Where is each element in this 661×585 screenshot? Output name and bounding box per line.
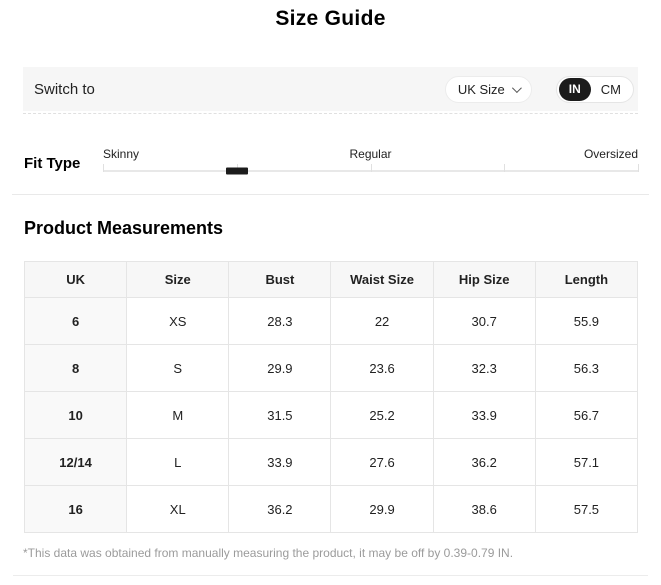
column-header: UK — [25, 262, 127, 298]
product-measurements-heading: Product Measurements — [24, 218, 638, 238]
unit-option-in[interactable]: IN — [559, 78, 591, 101]
row-header-cell: 8 — [25, 345, 127, 392]
measurement-cell: S — [127, 345, 229, 392]
section-separator — [12, 194, 649, 195]
scale-label-skinny: Skinny — [103, 147, 139, 161]
measurement-cell: 36.2 — [229, 486, 331, 533]
fit-type-scale: Skinny Regular Oversized — [103, 147, 638, 172]
column-header: Length — [535, 262, 637, 298]
measurement-cell: 38.6 — [433, 486, 535, 533]
measurement-cell: M — [127, 392, 229, 439]
fit-position-marker — [226, 168, 248, 175]
scale-label-regular: Regular — [349, 147, 391, 161]
measurement-cell: L — [127, 439, 229, 486]
row-header-cell: 6 — [25, 298, 127, 345]
table-row: 10M31.525.233.956.7 — [25, 392, 638, 439]
column-header: Waist Size — [331, 262, 433, 298]
table-row: 16XL36.229.938.657.5 — [25, 486, 638, 533]
measurement-cell: 25.2 — [331, 392, 433, 439]
measurement-cell: 30.7 — [433, 298, 535, 345]
size-standard-dropdown[interactable]: UK Size — [445, 76, 532, 103]
measurement-cell: 36.2 — [433, 439, 535, 486]
table-row: 8S29.923.632.356.3 — [25, 345, 638, 392]
fit-scale-track — [103, 170, 638, 172]
scale-label-oversized: Oversized — [584, 147, 638, 161]
measurement-cell: 28.3 — [229, 298, 331, 345]
fit-scale-tick — [638, 164, 639, 172]
measurement-cell: 22 — [331, 298, 433, 345]
measurement-disclaimer: *This data was obtained from manually me… — [23, 546, 638, 560]
measurement-cell: 31.5 — [229, 392, 331, 439]
unit-toggle: IN CM — [556, 76, 634, 103]
column-header: Hip Size — [433, 262, 535, 298]
switch-to-label: Switch to — [34, 81, 95, 98]
row-header-cell: 16 — [25, 486, 127, 533]
dashed-separator — [23, 113, 638, 114]
bottom-separator — [13, 575, 648, 576]
header-row: UKSizeBustWaist SizeHip SizeLength — [25, 262, 638, 298]
measurements-table: UKSizeBustWaist SizeHip SizeLength 6XS28… — [24, 261, 638, 533]
measurement-cell: 27.6 — [331, 439, 433, 486]
measurement-cell: 56.3 — [535, 345, 637, 392]
measurement-cell: 33.9 — [433, 392, 535, 439]
measurement-cell: XS — [127, 298, 229, 345]
fit-scale-tick — [504, 164, 505, 172]
table-header: UKSizeBustWaist SizeHip SizeLength — [25, 262, 638, 298]
fit-type-label: Fit Type — [24, 155, 103, 172]
fit-scale-labels: Skinny Regular Oversized — [103, 147, 638, 162]
page-title: Size Guide — [0, 0, 661, 30]
measurement-cell: 57.1 — [535, 439, 637, 486]
measurement-cell: 23.6 — [331, 345, 433, 392]
switch-bar: Switch to UK Size IN CM — [23, 67, 638, 111]
table-body: 6XS28.32230.755.98S29.923.632.356.310M31… — [25, 298, 638, 533]
column-header: Size — [127, 262, 229, 298]
row-header-cell: 10 — [25, 392, 127, 439]
size-standard-value: UK Size — [458, 82, 505, 97]
fit-type-section: Fit Type Skinny Regular Oversized — [24, 147, 638, 172]
switch-bar-controls: UK Size IN CM — [445, 76, 634, 103]
measurement-cell: 56.7 — [535, 392, 637, 439]
measurement-cell: 57.5 — [535, 486, 637, 533]
measurement-cell: 29.9 — [229, 345, 331, 392]
measurement-cell: 29.9 — [331, 486, 433, 533]
measurement-cell: 33.9 — [229, 439, 331, 486]
fit-scale-tick — [371, 164, 372, 172]
table-row: 12/14L33.927.636.257.1 — [25, 439, 638, 486]
unit-option-cm[interactable]: CM — [591, 78, 631, 101]
measurement-cell: XL — [127, 486, 229, 533]
measurement-cell: 32.3 — [433, 345, 535, 392]
measurement-cell: 55.9 — [535, 298, 637, 345]
row-header-cell: 12/14 — [25, 439, 127, 486]
fit-scale-tick — [103, 164, 104, 172]
column-header: Bust — [229, 262, 331, 298]
chevron-down-icon — [512, 83, 522, 93]
table-row: 6XS28.32230.755.9 — [25, 298, 638, 345]
